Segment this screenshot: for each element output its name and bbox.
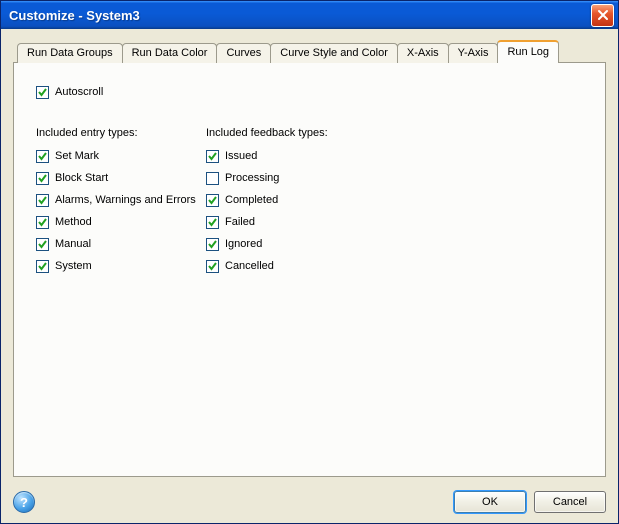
feedbacks-label: Issued: [225, 150, 257, 162]
entries-checkbox[interactable]: [36, 260, 49, 273]
entries-row: Manual: [36, 233, 206, 255]
autoscroll-checkbox-row: Autoscroll: [36, 81, 583, 103]
help-icon: ?: [20, 495, 28, 510]
feedbacks-label: Failed: [225, 216, 255, 228]
feedbacks-checkbox[interactable]: [206, 216, 219, 229]
autoscroll-label: Autoscroll: [55, 86, 103, 98]
feedbacks-row: Completed: [206, 189, 406, 211]
client-area: Run Data GroupsRun Data ColorCurvesCurve…: [1, 29, 618, 483]
feedbacks-row: Issued: [206, 145, 406, 167]
feedbacks-label: Processing: [225, 172, 279, 184]
tab-run-data-groups[interactable]: Run Data Groups: [17, 43, 123, 63]
tab-y-axis[interactable]: Y-Axis: [448, 43, 499, 63]
feedbacks-row: Cancelled: [206, 255, 406, 277]
entries-label: System: [55, 260, 92, 272]
tab-run-log[interactable]: Run Log: [497, 40, 559, 63]
entries-row: Alarms, Warnings and Errors: [36, 189, 206, 211]
ok-button[interactable]: OK: [454, 491, 526, 513]
entries-row: Method: [36, 211, 206, 233]
tabstrip: Run Data GroupsRun Data ColorCurvesCurve…: [13, 39, 606, 62]
tab-run-data-color[interactable]: Run Data Color: [122, 43, 218, 63]
entries-row: Block Start: [36, 167, 206, 189]
entries-label: Manual: [55, 238, 91, 250]
entries-checkbox[interactable]: [36, 194, 49, 207]
cancel-button[interactable]: Cancel: [534, 491, 606, 513]
entries-row: System: [36, 255, 206, 277]
entry-types-list: Set Mark Block Start Alarms, Warnings and …: [36, 145, 206, 277]
feedbacks-label: Completed: [225, 194, 278, 206]
help-button[interactable]: ?: [13, 491, 35, 513]
tabpanel-run-log: Autoscroll Included entry types: Set Mar…: [13, 62, 606, 477]
entry-types-column: Included entry types: Set Mark Block Star…: [36, 127, 206, 277]
titlebar: Customize - System3: [1, 1, 618, 29]
feedbacks-label: Ignored: [225, 238, 262, 250]
feedbacks-checkbox[interactable]: [206, 150, 219, 163]
feedbacks-checkbox[interactable]: [206, 172, 219, 185]
feedbacks-row: Failed: [206, 211, 406, 233]
feedbacks-row: Ignored: [206, 233, 406, 255]
tab-curves[interactable]: Curves: [216, 43, 271, 63]
entries-checkbox[interactable]: [36, 172, 49, 185]
dialog-footer: ? OK Cancel: [1, 483, 618, 523]
feedback-types-list: Issued Processing Completed Failed Ignored Ca…: [206, 145, 406, 277]
feedbacks-checkbox[interactable]: [206, 194, 219, 207]
feedbacks-checkbox[interactable]: [206, 238, 219, 251]
entries-checkbox[interactable]: [36, 150, 49, 163]
feedback-types-heading: Included feedback types:: [206, 127, 406, 139]
tab-x-axis[interactable]: X-Axis: [397, 43, 449, 63]
columns: Included entry types: Set Mark Block Star…: [36, 127, 583, 277]
autoscroll-checkbox[interactable]: [36, 86, 49, 99]
entries-label: Method: [55, 216, 92, 228]
tab-curve-style-and-color[interactable]: Curve Style and Color: [270, 43, 398, 63]
entries-checkbox[interactable]: [36, 238, 49, 251]
feedbacks-row: Processing: [206, 167, 406, 189]
window-title: Customize - System3: [9, 8, 140, 23]
feedbacks-label: Cancelled: [225, 260, 274, 272]
close-button[interactable]: [591, 4, 614, 27]
entries-row: Set Mark: [36, 145, 206, 167]
entries-label: Alarms, Warnings and Errors: [55, 194, 196, 206]
feedback-types-column: Included feedback types: Issued Processin…: [206, 127, 406, 277]
entries-checkbox[interactable]: [36, 216, 49, 229]
entry-types-heading: Included entry types:: [36, 127, 206, 139]
customize-dialog: Customize - System3 Run Data GroupsRun D…: [0, 0, 619, 524]
entries-label: Block Start: [55, 172, 108, 184]
entries-label: Set Mark: [55, 150, 99, 162]
close-icon: [597, 9, 609, 21]
feedbacks-checkbox[interactable]: [206, 260, 219, 273]
